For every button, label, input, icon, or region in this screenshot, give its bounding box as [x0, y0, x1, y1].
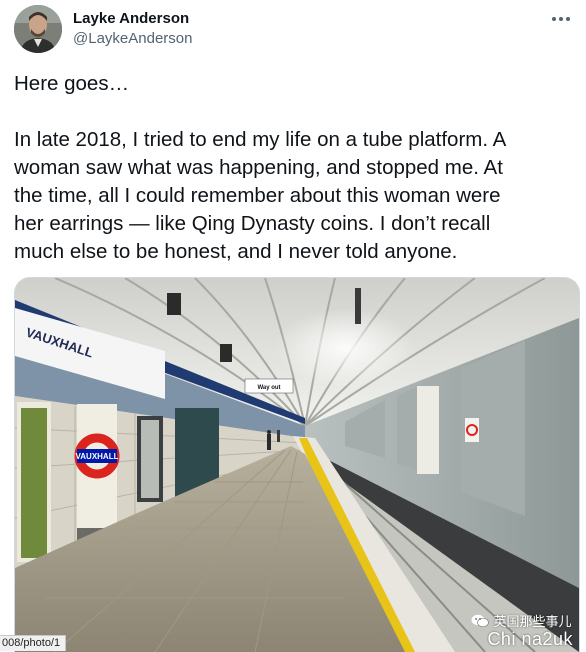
status-url-tooltip: 008/photo/1 — [0, 635, 67, 651]
wechat-icon — [471, 614, 490, 628]
author-display-name[interactable]: Layke Anderson — [73, 10, 189, 27]
avatar[interactable] — [14, 5, 62, 53]
roundel-name: VAUXHALL — [76, 452, 119, 461]
tube-platform-photo: VAUXHALL VAUXHALL Way out — [15, 278, 579, 652]
watermark: 英国那些事儿 Chi na2uk — [471, 611, 573, 650]
watermark-line2: Chi na2uk — [487, 629, 573, 649]
tweet-paragraph-2: In late 2018, I tried to end my life on … — [14, 128, 507, 263]
watermark-line1: 英国那些事儿 — [493, 614, 572, 629]
avatar-image — [14, 5, 62, 53]
way-out-sign: Way out — [257, 385, 280, 391]
tweet-text: Here goes… In late 2018, I tried to end … — [14, 70, 580, 266]
tweet-paragraph-1: Here goes… — [14, 72, 130, 95]
more-horizontal-icon[interactable] — [550, 12, 572, 26]
author-handle[interactable]: @LaykeAnderson — [73, 30, 192, 47]
tweet-photo[interactable]: VAUXHALL VAUXHALL Way out 英国那些事儿 Chi na2… — [14, 277, 580, 652]
